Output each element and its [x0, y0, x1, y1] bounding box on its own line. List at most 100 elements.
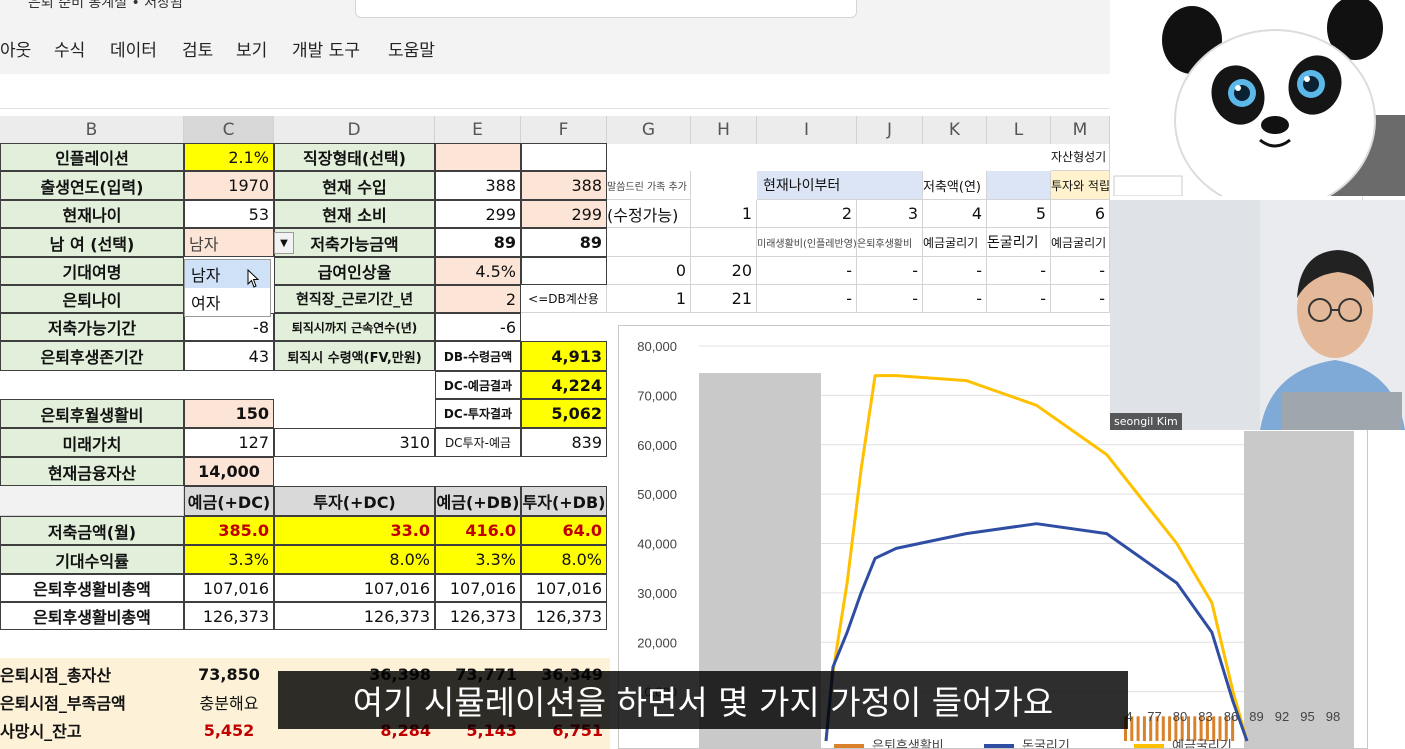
i-header: 현재나이부터 — [757, 171, 923, 200]
col-header-i[interactable]: I — [757, 116, 857, 144]
savable-f[interactable]: 89 — [521, 228, 607, 257]
dc-diff-value[interactable]: 839 — [521, 428, 607, 457]
income-f[interactable]: 388 — [521, 171, 607, 200]
menu-developer[interactable]: 개발 도구 — [292, 36, 360, 61]
g-blank — [607, 228, 691, 257]
gender-select[interactable]: 남자 — [184, 228, 274, 257]
dc-invest-label: DC-투자결과 — [435, 399, 521, 428]
birth-year-value[interactable]: 1970 — [184, 171, 274, 200]
financial-assets-label: 현재금융자산 — [0, 457, 184, 486]
dropdown-option-female[interactable]: 여자 — [185, 288, 270, 316]
row1-m: - — [1051, 257, 1110, 285]
dc-deposit-label: DC-예금결과 — [435, 371, 521, 399]
menu-data[interactable]: 데이터 — [110, 36, 157, 61]
menu-review[interactable]: 검토 — [182, 36, 213, 61]
exp-return-1[interactable]: 3.3% — [184, 545, 274, 574]
col-header-j[interactable]: J — [857, 116, 923, 144]
post-period-value[interactable]: 43 — [184, 341, 274, 371]
death-balance-1[interactable]: 5,452 — [184, 716, 274, 744]
total-cost1-1[interactable]: 107,016 — [184, 574, 274, 602]
col-header-k[interactable]: K — [923, 116, 987, 144]
dc-deposit-value[interactable]: 4,224 — [521, 371, 607, 399]
title-bar: 은퇴 준비 통계설 • 저장됨 — [0, 0, 1110, 18]
living-cost-value[interactable]: 150 — [184, 399, 274, 428]
spend-e[interactable]: 299 — [435, 200, 521, 228]
chart-x-tick-label: 95 — [1300, 709, 1314, 724]
inflation-value[interactable]: 2.1% — [184, 143, 274, 171]
col-header-d[interactable]: D — [274, 116, 435, 144]
gender-label: 남 여 (선택) — [0, 228, 184, 257]
chart-bar — [1161, 716, 1165, 741]
years-left-e[interactable]: -6 — [435, 313, 521, 341]
total-cost2-3[interactable]: 126,373 — [435, 602, 521, 630]
save-month-1[interactable]: 385.0 — [184, 516, 274, 545]
retire-total-1[interactable]: 73,850 — [184, 660, 274, 688]
future-value-label: 미래가치 — [0, 428, 184, 457]
total-cost2-4[interactable]: 126,373 — [521, 602, 607, 630]
menu-formulas[interactable]: 수식 — [54, 36, 85, 61]
chart-gray-area-right — [1244, 431, 1354, 748]
saving-period-value[interactable]: -8 — [184, 313, 274, 341]
retire-age-label: 은퇴나이 — [0, 285, 184, 313]
col-header-f[interactable]: F — [521, 116, 607, 144]
chart-x-ticks: 4 77 80 83 86 89 92 95 98 — [1125, 709, 1340, 724]
table-header-deposit-dc: 예금(+DC) — [184, 486, 274, 516]
col-header-l[interactable]: L — [987, 116, 1051, 144]
current-age-value[interactable]: 53 — [184, 200, 274, 228]
col-header-g[interactable]: G — [607, 116, 691, 144]
inflation-label: 인플레이션 — [0, 143, 184, 171]
total-cost1-3[interactable]: 107,016 — [435, 574, 521, 602]
row1-k: - — [923, 257, 987, 285]
m-top: 자산형성기 — [1051, 143, 1110, 171]
total-cost2-1[interactable]: 126,373 — [184, 602, 274, 630]
chart-x-tick-label: 83 — [1198, 709, 1212, 724]
exp-return-4[interactable]: 8.0% — [521, 545, 607, 574]
menu-view[interactable]: 보기 — [236, 36, 267, 61]
row1-g: 0 — [607, 257, 691, 285]
total-cost2-2[interactable]: 126,373 — [274, 602, 435, 630]
total-cost1-4[interactable]: 107,016 — [521, 574, 607, 602]
tenure-e[interactable]: 2 — [435, 285, 521, 313]
menu-layout[interactable]: 아웃 — [0, 36, 31, 61]
chart-legend: 은퇴후생활비 돈굴리기 예금굴리기 — [834, 738, 1232, 748]
row1-l: - — [987, 257, 1051, 285]
save-month-2[interactable]: 33.0 — [274, 516, 435, 545]
spend-f[interactable]: 299 — [521, 200, 607, 228]
future-value-d[interactable]: 310 — [274, 428, 435, 457]
retire-short-value[interactable]: 충분해요 — [184, 688, 274, 716]
num-5: 5 — [987, 200, 1051, 228]
total-cost1-2[interactable]: 107,016 — [274, 574, 435, 602]
chart-bar — [1168, 716, 1172, 741]
participant-video-panda — [1110, 0, 1405, 196]
exp-return-3[interactable]: 3.3% — [435, 545, 521, 574]
save-month-4[interactable]: 64.0 — [521, 516, 607, 545]
job-type-value[interactable] — [435, 143, 521, 171]
total-cost2-label: 은퇴후생활비총액 — [0, 602, 184, 630]
search-input[interactable] — [355, 0, 857, 18]
col-header-h[interactable]: H — [691, 116, 757, 144]
col-header-c[interactable]: C — [184, 116, 274, 144]
exp-return-label: 기대수익률 — [0, 545, 184, 574]
save-month-3[interactable]: 416.0 — [435, 516, 521, 545]
col-header-b[interactable]: B — [0, 116, 184, 144]
raise-f[interactable] — [521, 257, 607, 285]
db-amount-value[interactable]: 4,913 — [521, 341, 607, 371]
col-header-m[interactable]: M — [1051, 116, 1110, 144]
chevron-down-icon[interactable]: ▼ — [274, 232, 294, 254]
savable-e[interactable]: 89 — [435, 228, 521, 257]
raise-e[interactable]: 4.5% — [435, 257, 521, 285]
birth-year-label: 출생연도(입력) — [0, 171, 184, 200]
dc-invest-value[interactable]: 5,062 — [521, 399, 607, 428]
l-header — [987, 171, 1051, 200]
table-header-invest-db: 투자(+DB) — [521, 486, 607, 516]
num-3: 3 — [857, 200, 923, 228]
menu-help[interactable]: 도움말 — [388, 36, 435, 61]
financial-assets-value[interactable]: 14,000 — [184, 457, 274, 486]
income-e[interactable]: 388 — [435, 171, 521, 200]
save-month-label: 저축금액(월) — [0, 516, 184, 545]
raise-label: 급여인상율 — [274, 257, 435, 285]
col-header-e[interactable]: E — [435, 116, 521, 144]
exp-return-2[interactable]: 8.0% — [274, 545, 435, 574]
job-type-extra[interactable] — [521, 143, 607, 171]
future-value-c[interactable]: 127 — [184, 428, 274, 457]
